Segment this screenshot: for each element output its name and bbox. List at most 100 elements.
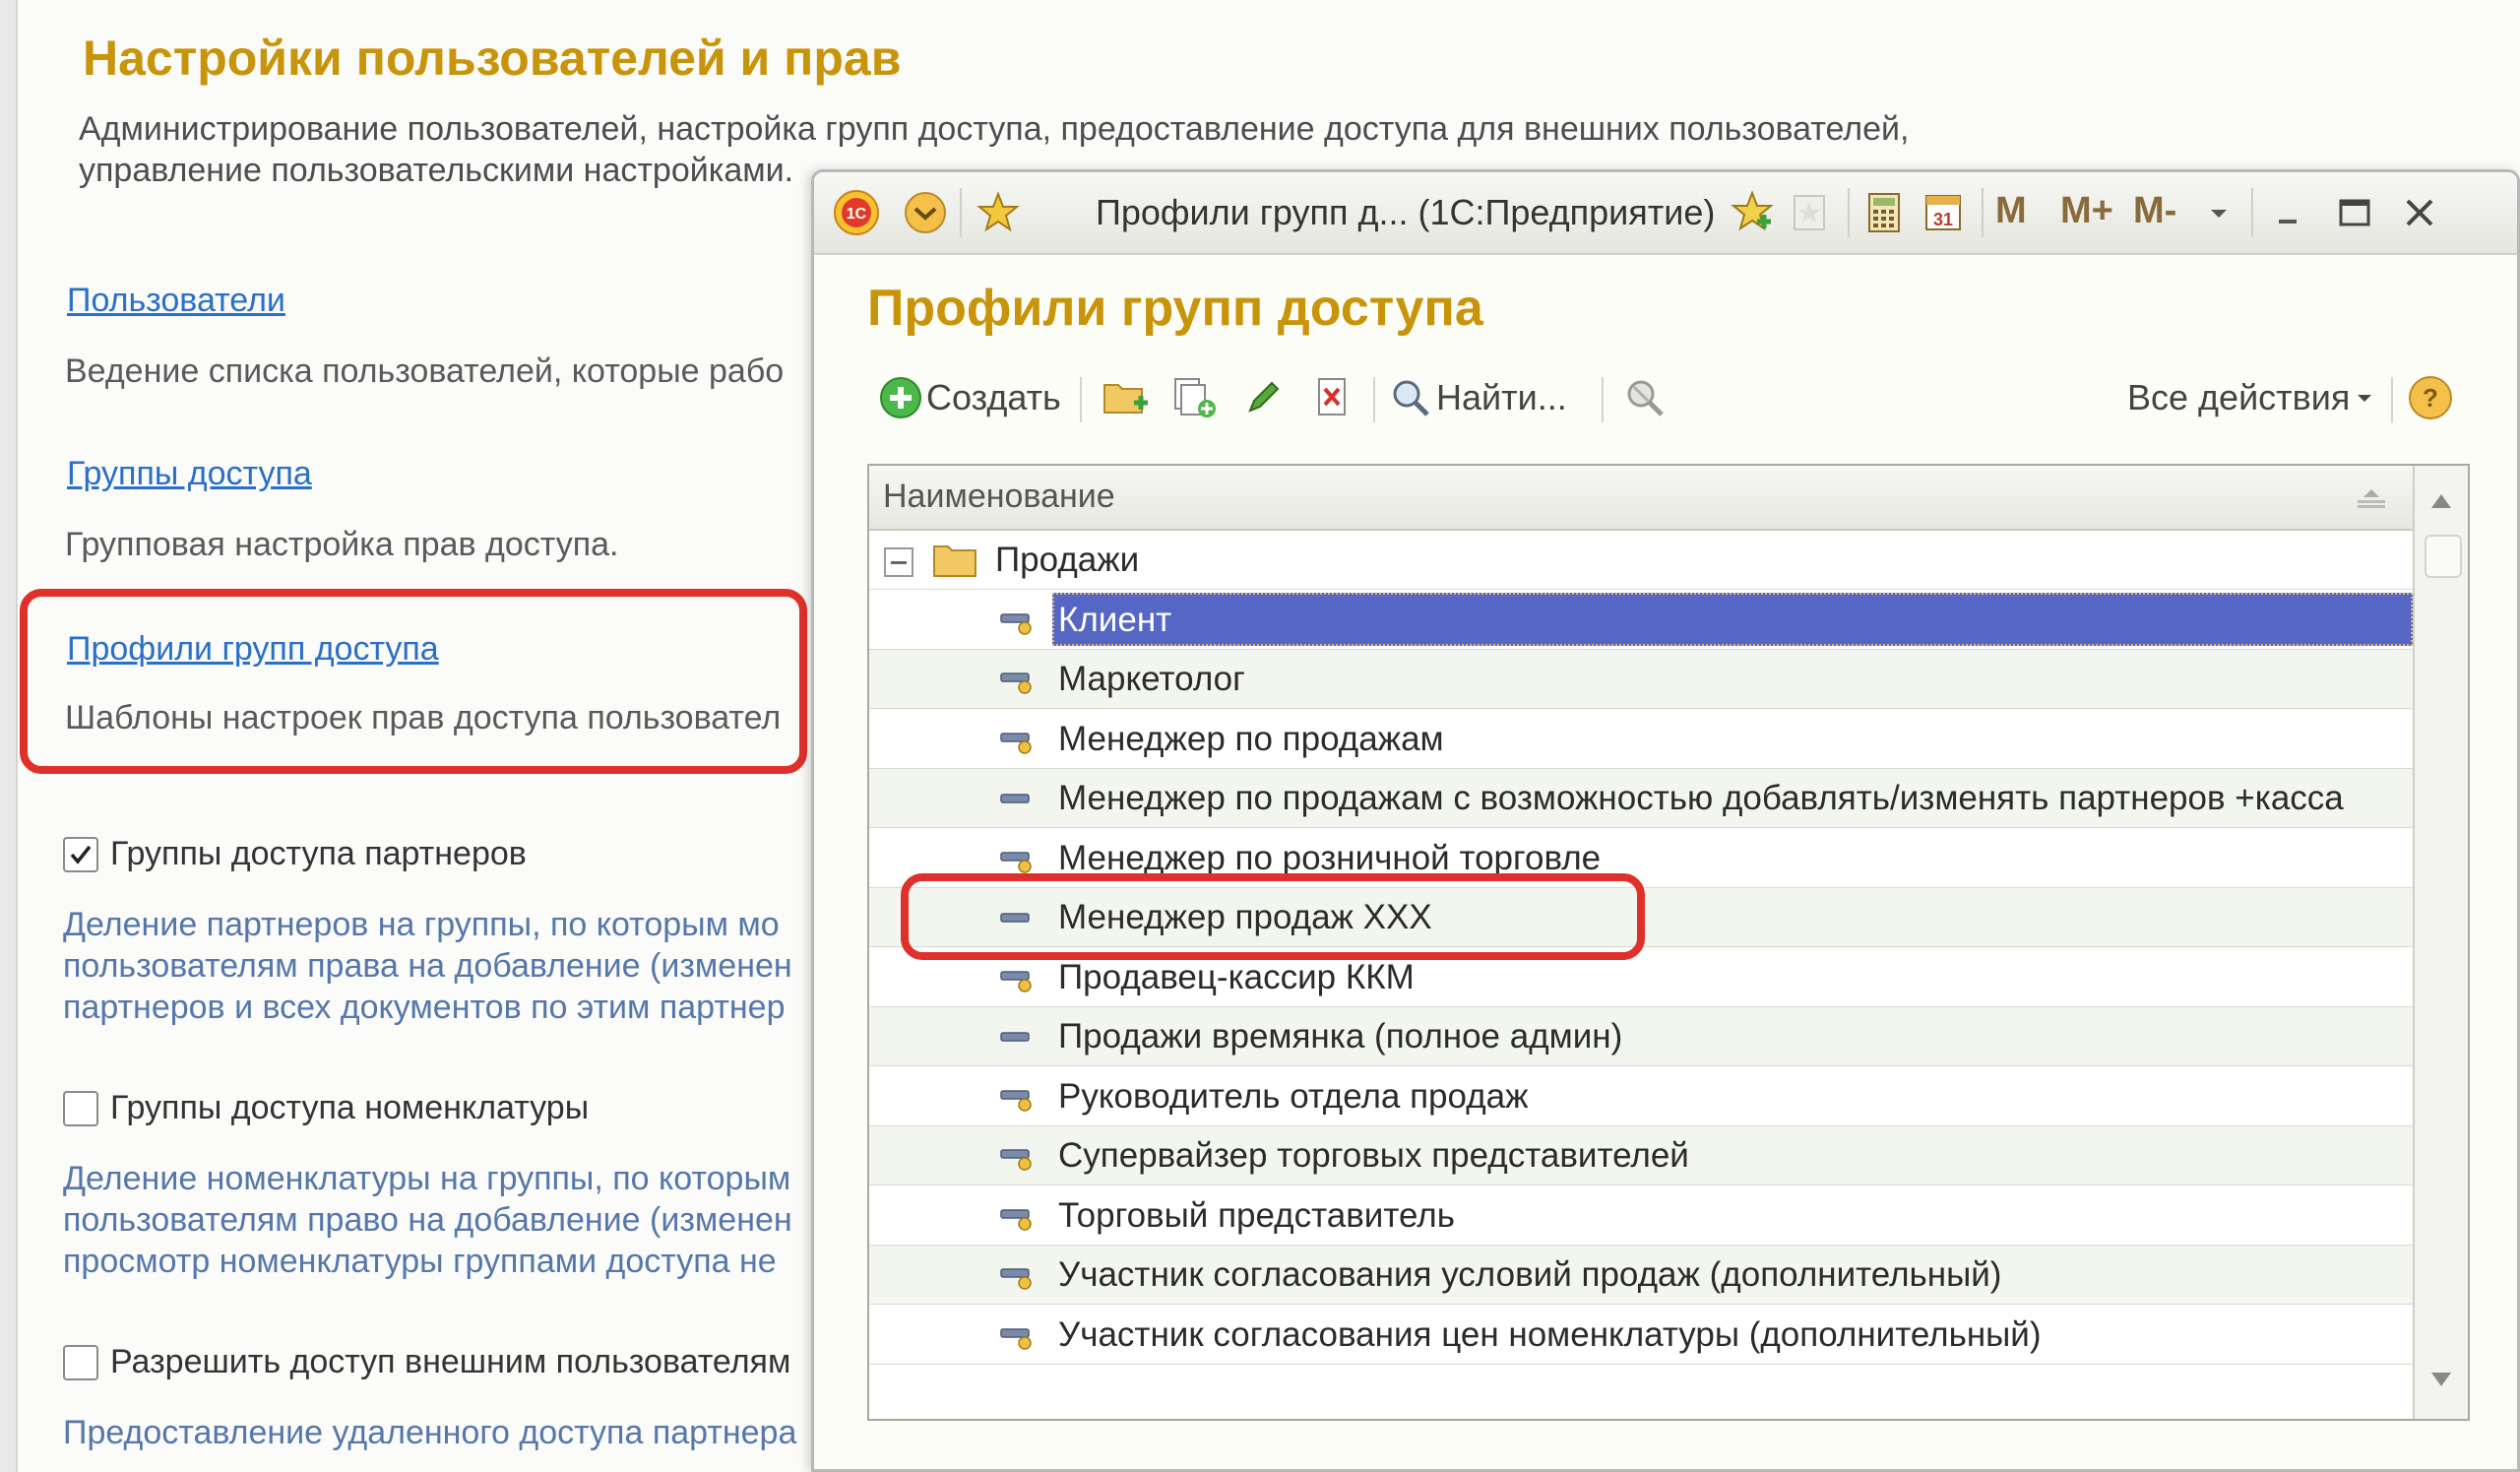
- calculator-icon[interactable]: [1858, 186, 1911, 239]
- scroll-up-icon[interactable]: [2423, 480, 2460, 523]
- profile-icon: [1000, 1090, 1032, 1112]
- table-row[interactable]: Маркетолог: [869, 650, 2413, 709]
- profile-icon: [1000, 852, 1032, 873]
- row-name: Руководитель отдела продаж: [1058, 1077, 1529, 1116]
- maximize-icon[interactable]: [2328, 186, 2381, 239]
- row-name: Клиент: [1058, 601, 1172, 639]
- create-group-button[interactable]: [1100, 367, 1151, 428]
- all-actions-menu[interactable]: Все действия: [2127, 367, 2379, 428]
- row-name: Супервайзер торговых представителей: [1058, 1136, 1689, 1175]
- pencil-icon: [1237, 372, 1289, 423]
- svg-text:31: 31: [1933, 210, 1953, 229]
- copy-add-icon: [1168, 372, 1220, 423]
- row-name: Продавец-кассир ККМ: [1058, 958, 1415, 996]
- calendar-icon[interactable]: 31: [1917, 186, 1970, 239]
- checkbox-label: Разрешить доступ внешним пользователям: [110, 1343, 791, 1380]
- table-row[interactable]: Клиент: [869, 591, 2413, 650]
- column-header-name[interactable]: Наименование: [869, 466, 2413, 531]
- profile-plain-icon: [1000, 794, 1030, 803]
- chevron-down-icon[interactable]: [2192, 186, 2245, 239]
- scroll-down-icon[interactable]: [2423, 1358, 2460, 1401]
- chevron-down-icon: [2350, 372, 2379, 423]
- profile-icon: [1000, 1328, 1032, 1350]
- memory-m-plus-button[interactable]: M+: [2060, 190, 2113, 232]
- window-titlebar[interactable]: 1С Профили групп д... (1С:Предприятие) 3…: [814, 172, 2517, 255]
- page-title: Настройки пользователей и прав: [83, 31, 902, 86]
- vertical-scrollbar[interactable]: [2413, 466, 2468, 1419]
- profile-icon: [1000, 672, 1032, 694]
- bookmark-icon[interactable]: [1783, 186, 1836, 239]
- collapse-icon[interactable]: [883, 546, 914, 578]
- delete-icon: [1306, 372, 1357, 423]
- svg-text:1С: 1С: [847, 206, 867, 223]
- search-cancel-icon: [1619, 372, 1670, 423]
- access-group-profiles-window: 1С Профили групп д... (1С:Предприятие) 3…: [811, 169, 2520, 1472]
- row-name: Менеджер по розничной торговле: [1058, 839, 1602, 877]
- checkbox-label: Группы доступа партнеров: [110, 835, 527, 872]
- partner-groups-checkbox[interactable]: [63, 836, 98, 872]
- profile-icon: [1000, 971, 1032, 992]
- help-icon: ?: [2405, 372, 2456, 423]
- row-name: Менеджер по продажам: [1058, 720, 1444, 758]
- scroll-thumb[interactable]: [2425, 535, 2462, 578]
- nomenclature-groups-description: Деление номенклатуры на группы, по котор…: [63, 1160, 792, 1280]
- row-name: Торговый представитель: [1058, 1196, 1455, 1235]
- external-users-description: Предоставление удаленного доступа партне…: [63, 1414, 797, 1451]
- app-1c-logo-icon[interactable]: 1С: [830, 186, 883, 239]
- partner-groups-description: Деление партнеров на группы, по которым …: [63, 906, 792, 1026]
- nomenclature-groups-checkbox-row[interactable]: Группы доступа номенклатуры: [63, 1089, 589, 1127]
- profile-icon: [1000, 1149, 1032, 1171]
- profile-plain-icon: [1000, 1032, 1030, 1042]
- svg-text:?: ?: [2423, 383, 2438, 413]
- add-to-favorites-icon[interactable]: [1726, 186, 1779, 239]
- add-icon: [875, 372, 926, 423]
- users-link[interactable]: Пользователи: [67, 282, 285, 320]
- row-highlight-frame: [901, 873, 1645, 960]
- folder-icon: [933, 545, 976, 577]
- table-row[interactable]: Менеджер по продажам: [869, 710, 2413, 769]
- help-button[interactable]: ?: [2405, 367, 2456, 428]
- window-title: Профили групп д... (1С:Предприятие): [1096, 192, 1716, 232]
- window-heading: Профили групп доступа: [867, 280, 1483, 337]
- row-name: Участник согласования условий продаж (до…: [1058, 1255, 2002, 1294]
- find-button[interactable]: Найти...: [1385, 367, 1567, 428]
- close-icon[interactable]: [2393, 186, 2446, 239]
- row-name: Менеджер по продажам с возможностью доба…: [1058, 779, 2344, 817]
- external-users-checkbox[interactable]: [63, 1344, 98, 1380]
- sort-icon[interactable]: [2354, 487, 2389, 509]
- profile-icon: [1000, 733, 1032, 754]
- favorites-star-icon[interactable]: [972, 186, 1025, 239]
- table-row[interactable]: Участник согласования условий продаж (до…: [869, 1246, 2413, 1305]
- checkmark-icon: [70, 845, 92, 864]
- table-row[interactable]: Торговый представитель: [869, 1186, 2413, 1246]
- access-groups-link[interactable]: Группы доступа: [67, 455, 312, 493]
- copy-button[interactable]: [1168, 367, 1220, 428]
- partner-groups-checkbox-row[interactable]: Группы доступа партнеров: [63, 835, 527, 873]
- row-name: Участник согласования цен номенклатуры (…: [1058, 1315, 2042, 1354]
- minimize-icon[interactable]: [2261, 186, 2314, 239]
- table-row[interactable]: Менеджер по продажам с возможностью доба…: [869, 769, 2413, 828]
- search-icon: [1385, 372, 1436, 423]
- memory-m-button[interactable]: M: [1995, 190, 2027, 232]
- checkbox-label: Группы доступа номенклатуры: [110, 1089, 590, 1126]
- cancel-search-button[interactable]: [1619, 367, 1670, 428]
- table-row[interactable]: Руководитель отдела продаж: [869, 1067, 2413, 1126]
- profile-icon: [1000, 1209, 1032, 1231]
- nomenclature-groups-checkbox[interactable]: [63, 1090, 98, 1126]
- table-row[interactable]: Супервайзер торговых представителей: [869, 1126, 2413, 1185]
- window-menu-icon[interactable]: [899, 186, 952, 239]
- delete-button[interactable]: [1306, 367, 1357, 428]
- table-row[interactable]: Участник согласования цен номенклатуры (…: [869, 1306, 2413, 1365]
- row-name: Продажи времянка (полное админ): [1058, 1017, 1623, 1056]
- table-row[interactable]: Продажи времянка (полное админ): [869, 1007, 2413, 1066]
- table-row-group[interactable]: Продажи: [869, 531, 2413, 590]
- access-groups-description: Групповая настройка прав доступа.: [65, 526, 619, 563]
- edit-button[interactable]: [1237, 367, 1289, 428]
- users-description: Ведение списка пользователей, которые ра…: [65, 352, 785, 390]
- memory-m-minus-button[interactable]: M-: [2133, 190, 2176, 232]
- profile-icon: [1000, 1268, 1032, 1290]
- row-name: Маркетолог: [1058, 660, 1245, 698]
- highlight-frame: [20, 589, 807, 774]
- create-button[interactable]: Создать: [875, 367, 1061, 428]
- external-users-checkbox-row[interactable]: Разрешить доступ внешним пользователям: [63, 1343, 790, 1381]
